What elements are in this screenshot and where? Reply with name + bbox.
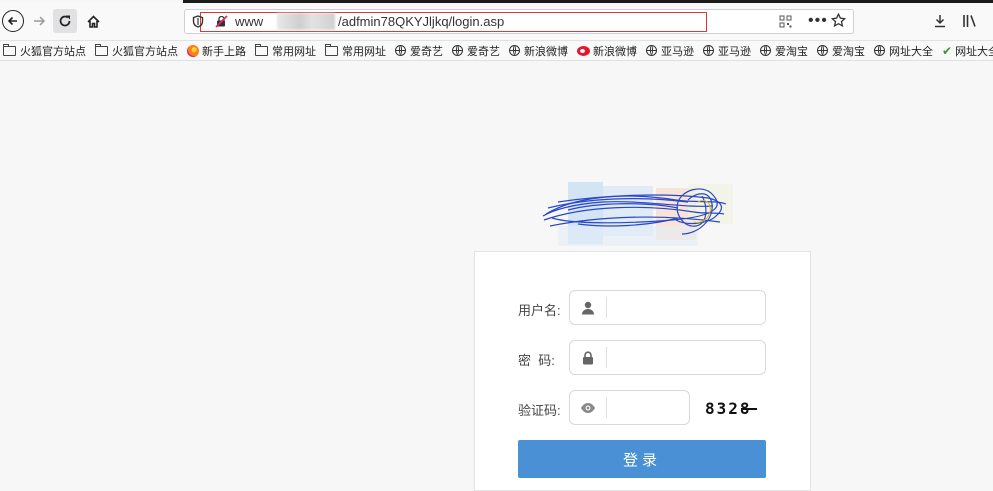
input-divider (606, 347, 607, 368)
bookmark-item[interactable]: 新浪微博 (574, 41, 643, 60)
reload-icon (59, 15, 71, 27)
library-icon[interactable] (962, 14, 978, 31)
bookmark-label: 爱奇艺 (467, 45, 500, 58)
folder-icon (95, 43, 108, 56)
home-button[interactable] (82, 7, 104, 35)
bookmark-item[interactable]: 爱奇艺 (392, 41, 449, 60)
page-actions-menu-icon[interactable]: ••• (808, 12, 828, 30)
password-label: 密 码: (518, 353, 555, 368)
bookmark-label: 亚马逊 (718, 45, 751, 58)
input-divider (606, 297, 607, 318)
bookmark-label: 常用网址 (272, 45, 316, 58)
bookmark-label: 新手上路 (202, 45, 246, 58)
qr-code-icon[interactable] (779, 15, 792, 33)
globe-icon (760, 45, 771, 56)
login-form: 用户名: 密 码: 验证码: 8328 登录 (474, 251, 811, 491)
login-button[interactable]: 登录 (518, 440, 766, 478)
globe-icon (509, 45, 520, 56)
globe-icon (646, 45, 657, 56)
bookmark-item[interactable]: 爱奇艺 (449, 41, 506, 60)
password-input-group[interactable] (569, 340, 766, 375)
forward-arrow-icon (34, 16, 46, 26)
captcha-noise-line (741, 408, 757, 410)
bookmark-item[interactable]: 新手上路 (184, 41, 252, 60)
lock-icon (570, 341, 606, 374)
captcha-image[interactable]: 8328 (705, 397, 761, 419)
captcha-label: 验证码: (518, 403, 561, 418)
forward-button[interactable] (28, 7, 50, 35)
bookmark-label: 爱淘宝 (775, 45, 808, 58)
globe-icon (703, 45, 714, 56)
bookmark-label: 新浪微博 (524, 45, 568, 58)
bookmark-label: 火狐官方站点 (20, 45, 86, 58)
bookmarks-toolbar: 火狐官方站点 火狐官方站点 新手上路 常用网址 常用网址 爱奇艺 爱奇艺 新浪微博 新浪微博 亚马… (0, 41, 993, 61)
insecure-connection-icon[interactable] (215, 15, 228, 33)
back-arrow-icon (2, 10, 24, 32)
bookmark-label: 新浪微博 (593, 45, 637, 58)
username-input-group[interactable] (569, 290, 766, 325)
bookmark-label: 亚马逊 (661, 45, 694, 58)
bookmark-item[interactable]: 常用网址 (322, 41, 392, 60)
bookmark-label: 常用网址 (342, 45, 386, 58)
bookmark-label: 火狐官方站点 (112, 45, 178, 58)
download-icon[interactable] (933, 14, 947, 33)
weibo-icon (577, 45, 590, 56)
bookmark-label: 网址大全 (955, 45, 993, 58)
home-icon (86, 14, 100, 28)
input-divider (606, 397, 607, 418)
bookmark-item[interactable]: 常用网址 (252, 41, 322, 60)
globe-icon (395, 45, 406, 56)
bookmark-item[interactable]: 网址大全 (871, 41, 939, 60)
bookmark-item[interactable]: 亚马逊 (643, 41, 700, 60)
globe-icon (817, 45, 828, 56)
tracking-shield-icon[interactable] (192, 15, 204, 33)
bookmark-item[interactable]: 亚马逊 (700, 41, 757, 60)
url-path: /adfmin78QKYJljkq/login.asp (338, 14, 505, 29)
globe-icon (452, 45, 463, 56)
bookmark-label: 网址大全 (889, 45, 933, 58)
bookmark-label: 爱奇艺 (410, 45, 443, 58)
folder-icon (255, 43, 268, 56)
folder-icon (3, 43, 16, 56)
bookmark-item[interactable]: 爱淘宝 (757, 41, 814, 60)
browser-toolbar: www /adfmin78QKYJljkq/login.asp ••• (0, 3, 993, 41)
site-logo-redacted (538, 180, 738, 254)
bookmark-item[interactable]: 火狐官方站点 (0, 41, 92, 60)
eye-icon (570, 391, 606, 424)
address-bar[interactable]: www /adfmin78QKYJljkq/login.asp ••• (184, 9, 854, 34)
bookmark-star-icon[interactable] (830, 12, 847, 33)
password-input[interactable] (610, 345, 764, 371)
bookmark-item[interactable]: 爱淘宝 (814, 41, 871, 60)
url-prefix: www (235, 14, 264, 29)
back-button[interactable] (0, 7, 26, 35)
bookmark-label: 爱淘宝 (832, 45, 865, 58)
captcha-input[interactable] (610, 395, 690, 421)
user-icon (570, 291, 606, 324)
bookmark-item[interactable]: 火狐官方站点 (92, 41, 184, 60)
url-redacted-region (277, 13, 335, 30)
reload-button[interactable] (53, 9, 77, 33)
firefox-icon (187, 44, 199, 57)
bookmark-item[interactable]: ✔网址大全 (939, 41, 993, 60)
username-label: 用户名: (518, 303, 561, 318)
check-icon: ✔ (942, 43, 953, 58)
bookmark-item[interactable]: 新浪微博 (506, 41, 574, 60)
username-input[interactable] (610, 295, 764, 321)
folder-icon (325, 43, 338, 56)
globe-icon (874, 45, 885, 56)
captcha-input-group[interactable] (569, 390, 690, 425)
